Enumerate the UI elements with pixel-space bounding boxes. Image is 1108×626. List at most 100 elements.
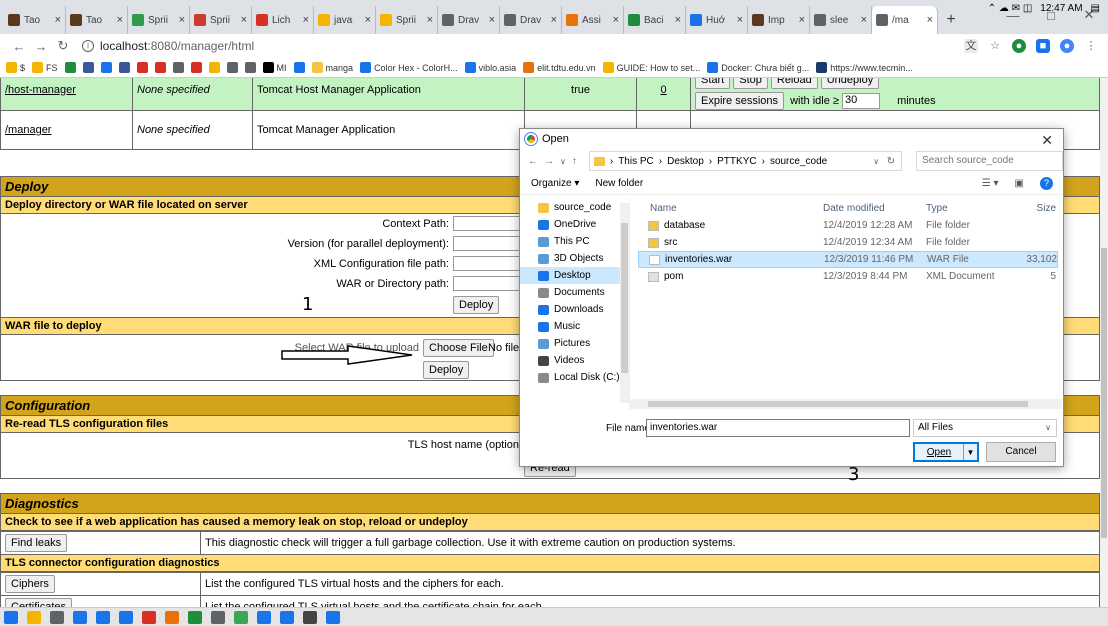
file-name-input[interactable]: inventories.war — [646, 419, 910, 437]
new-tab-button[interactable]: + — [938, 6, 964, 34]
bookmark-item[interactable] — [118, 62, 130, 73]
nav-pane-item[interactable]: Local Disk (C:) — [520, 369, 629, 386]
help-icon[interactable]: ? — [1040, 177, 1053, 190]
close-tab-icon[interactable]: × — [799, 14, 805, 26]
taskbar-app-icon[interactable] — [142, 610, 156, 624]
taskbar-app-icon[interactable] — [27, 610, 41, 624]
taskbar-app-icon[interactable] — [73, 610, 87, 624]
url-field[interactable]: i localhost:8080/manager/html — [82, 39, 254, 53]
taskbar-app-icon[interactable] — [4, 610, 18, 624]
close-tab-icon[interactable]: × — [613, 14, 619, 26]
taskbar-app-icon[interactable] — [96, 610, 110, 624]
file-row[interactable]: pom 12/3/2019 8:44 PM XML Document 5 — [638, 268, 1058, 285]
browser-tab[interactable]: Assi × — [562, 6, 624, 34]
close-tab-icon[interactable]: × — [55, 14, 61, 26]
cancel-button[interactable]: Cancel — [986, 442, 1056, 462]
app-path-link[interactable]: /host-manager — [5, 84, 76, 96]
certificates-button[interactable]: Certificates — [5, 598, 73, 607]
bookmark-item[interactable] — [154, 62, 166, 73]
close-tab-icon[interactable]: × — [737, 14, 743, 26]
close-icon[interactable]: ✕ — [1041, 132, 1053, 149]
nav-pane-item[interactable]: Downloads — [520, 301, 629, 318]
context-path-input[interactable] — [453, 216, 523, 231]
start-button[interactable]: Start — [695, 78, 731, 89]
browser-tab[interactable]: Tao × — [66, 6, 128, 34]
close-tab-icon[interactable]: × — [365, 14, 371, 26]
browser-tab[interactable]: Sprii × — [190, 6, 252, 34]
up-icon[interactable]: ↑ — [572, 156, 577, 167]
chevron-down-icon[interactable]: ▼ — [963, 444, 977, 460]
file-type-select[interactable]: All Files ∨ — [913, 419, 1057, 437]
bookmark-item[interactable]: viblo.asia — [464, 62, 516, 73]
browser-tab[interactable]: Huớ × — [686, 6, 748, 34]
clock[interactable]: 12:47 AM — [1040, 3, 1082, 14]
taskbar-app-icon[interactable] — [303, 610, 317, 624]
bookmark-item[interactable] — [293, 62, 305, 73]
extension-icon[interactable]: ● — [1012, 39, 1026, 53]
close-tab-icon[interactable]: × — [927, 14, 933, 26]
info-icon[interactable]: i — [82, 40, 94, 52]
find-leaks-button[interactable]: Find leaks — [5, 534, 68, 552]
nav-pane-item[interactable]: Music — [520, 318, 629, 335]
extension-icon[interactable]: ■ — [1036, 39, 1050, 53]
taskbar-app-icon[interactable] — [280, 610, 294, 624]
close-tab-icon[interactable]: × — [551, 14, 557, 26]
bookmark-item[interactable] — [136, 62, 148, 73]
close-tab-icon[interactable]: × — [241, 14, 247, 26]
reload-icon[interactable]: ↻ — [52, 38, 74, 54]
deploy-button[interactable]: Deploy — [453, 296, 500, 314]
bookmark-item[interactable] — [244, 62, 256, 73]
bookmark-item[interactable]: https://www.tecmin... — [816, 62, 913, 73]
breadcrumb-item[interactable]: Desktop — [667, 156, 704, 167]
bookmark-item[interactable]: manga — [311, 62, 353, 73]
tray-icons[interactable]: ⌃ ☁ ✉ ◫ — [988, 3, 1033, 14]
idle-input[interactable]: 30 — [842, 93, 881, 110]
browser-tab[interactable]: Imp × — [748, 6, 810, 34]
nav-pane-item[interactable]: 3D Objects — [520, 250, 629, 267]
close-tab-icon[interactable]: × — [489, 14, 495, 26]
nav-pane-item[interactable]: Videos — [520, 352, 629, 369]
column-header-date[interactable]: Date modified — [823, 203, 926, 214]
file-row[interactable]: inventories.war 12/3/2019 11:46 PM WAR Fil… — [638, 251, 1058, 268]
file-row[interactable]: src 12/4/2019 12:34 AM File folder — [638, 234, 1058, 251]
stop-button[interactable]: Stop — [733, 78, 768, 89]
ciphers-button[interactable]: Ciphers — [5, 575, 55, 593]
taskbar-app-icon[interactable] — [234, 610, 248, 624]
column-header-size[interactable]: Size — [1016, 203, 1056, 214]
nav-pane-item[interactable]: Desktop — [520, 267, 629, 284]
bookmark-item[interactable]: FS — [32, 62, 58, 73]
browser-tab[interactable]: Tao × — [4, 6, 66, 34]
deploy-war-button[interactable]: Deploy — [423, 361, 470, 379]
nav-pane-item[interactable]: Documents — [520, 284, 629, 301]
xml-path-input[interactable] — [453, 256, 523, 271]
browser-tab[interactable]: slee × — [810, 6, 872, 34]
app-sessions-link[interactable]: 0 — [660, 84, 666, 96]
bookmark-item[interactable] — [82, 62, 94, 73]
organize-menu[interactable]: Organize ▾ — [531, 178, 579, 189]
taskbar-app-icon[interactable] — [119, 610, 133, 624]
taskbar-app-icon[interactable] — [188, 610, 202, 624]
reload-button[interactable]: Reload — [770, 78, 818, 89]
close-tab-icon[interactable]: × — [861, 14, 867, 26]
bookmark-item[interactable]: GUIDE: How to set... — [602, 62, 700, 73]
page-scrollbar[interactable] — [1100, 78, 1108, 607]
open-button[interactable]: Open ▼ — [913, 442, 979, 462]
forward-icon[interactable]: → — [544, 156, 554, 167]
nav-pane-item[interactable]: OneDrive — [520, 216, 629, 233]
nav-pane-item[interactable]: source_code — [520, 199, 629, 216]
refresh-icon[interactable]: ↻ — [887, 156, 895, 167]
bookmark-item[interactable] — [190, 62, 202, 73]
browser-tab[interactable]: Sprii × — [376, 6, 438, 34]
view-options-icon[interactable]: ☰ ▾ — [982, 178, 999, 189]
browser-tab[interactable]: Sprii × — [128, 6, 190, 34]
avatar[interactable]: ● — [1060, 39, 1074, 53]
star-icon[interactable]: ☆ — [988, 39, 1002, 53]
chevron-down-icon[interactable]: ∨ — [560, 157, 566, 166]
bookmark-item[interactable] — [64, 62, 76, 73]
browser-tab[interactable]: java × — [314, 6, 376, 34]
close-tab-icon[interactable]: × — [179, 14, 185, 26]
chevron-down-icon[interactable]: ∨ — [873, 157, 879, 166]
bookmark-item[interactable] — [172, 62, 184, 73]
forward-icon[interactable]: → — [30, 39, 52, 54]
bookmark-item[interactable]: $ — [6, 62, 25, 73]
